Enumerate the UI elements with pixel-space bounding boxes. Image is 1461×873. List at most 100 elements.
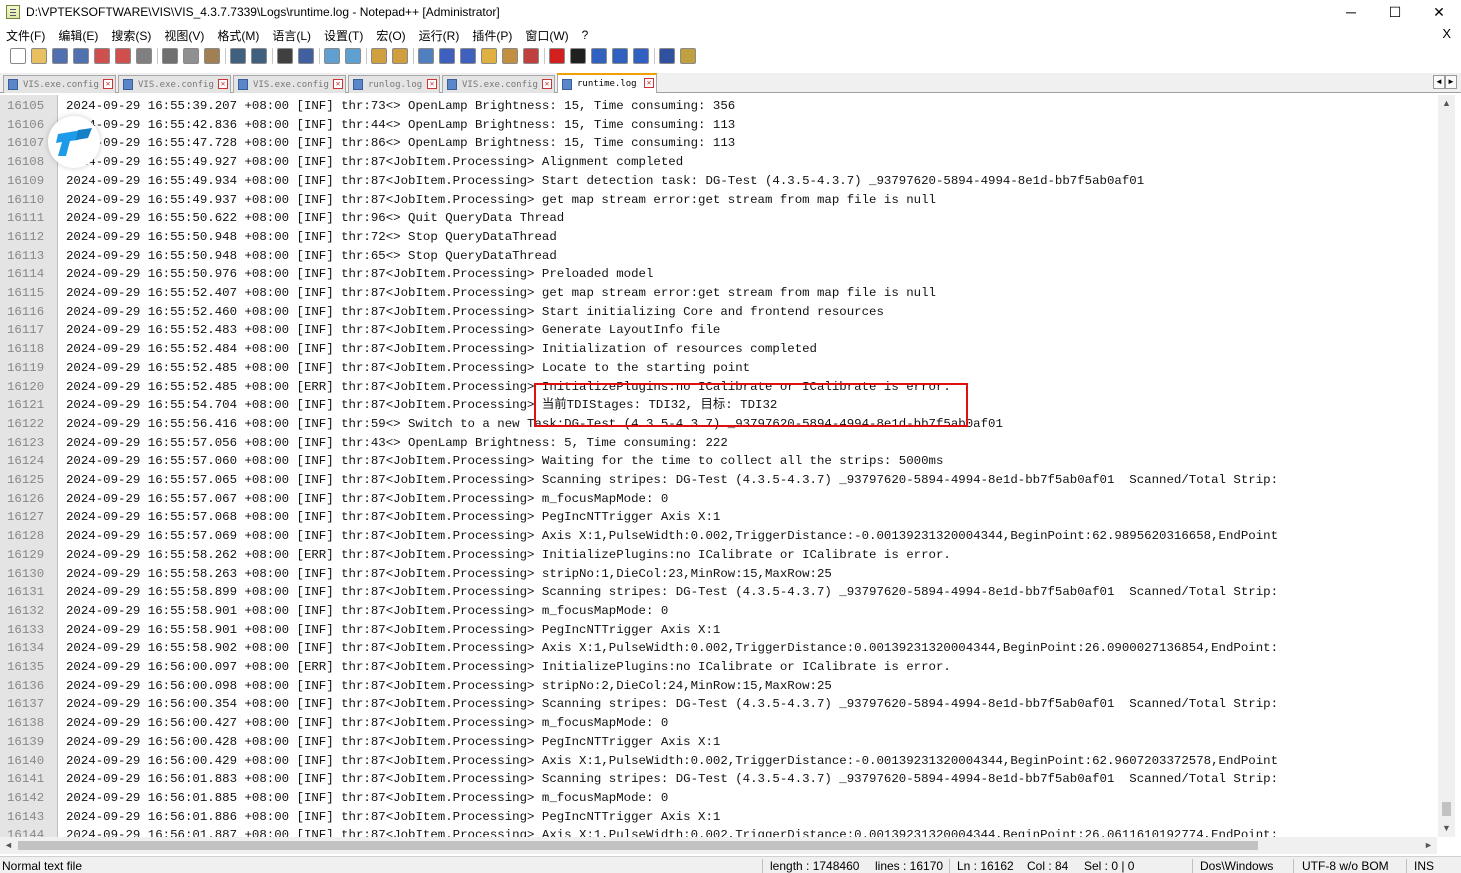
tab-vis-exe-config-3[interactable]: VIS.exe.config ✕ <box>233 75 346 93</box>
menu-search[interactable]: 搜索(S) <box>105 27 158 44</box>
tab-close-icon[interactable]: ✕ <box>218 79 228 89</box>
close-window-button[interactable]: ✕ <box>1417 0 1461 24</box>
redo-icon[interactable] <box>251 48 267 64</box>
user-lang-icon[interactable] <box>481 48 497 64</box>
horizontal-scrollbar[interactable]: ◄ ► <box>0 837 1437 854</box>
menu-settings[interactable]: 设置(T) <box>318 27 370 44</box>
close-all-icon[interactable] <box>115 48 131 64</box>
play-macro-icon[interactable] <box>591 48 607 64</box>
print-icon[interactable] <box>136 48 152 64</box>
undo-icon[interactable] <box>230 48 246 64</box>
editor-line[interactable]: 16141 2024-09-29 16:56:01.883 +08:00 [INF… <box>0 770 1437 789</box>
menu-help[interactable]: ? <box>576 28 596 42</box>
scroll-right-icon[interactable]: ► <box>1420 837 1437 854</box>
editor-line[interactable]: 16133 2024-09-29 16:55:58.901 +08:00 [INF… <box>0 621 1437 640</box>
zoom-out-icon[interactable] <box>345 48 361 64</box>
menu-language[interactable]: 语言(L) <box>266 27 318 44</box>
editor-line[interactable]: 16128 2024-09-29 16:55:57.069 +08:00 [INF… <box>0 527 1437 546</box>
scroll-left-icon[interactable]: ◄ <box>0 837 17 854</box>
editor-line[interactable]: 16138 2024-09-29 16:56:00.427 +08:00 [INF… <box>0 714 1437 733</box>
editor-line[interactable]: 16114 2024-09-29 16:55:50.976 +08:00 [INF… <box>0 265 1437 284</box>
save-macro-icon[interactable] <box>633 48 649 64</box>
vertical-scrollbar[interactable]: ▲ ▼ <box>1438 95 1455 837</box>
editor-line[interactable]: 16116 2024-09-29 16:55:52.460 +08:00 [INF… <box>0 303 1437 322</box>
close-icon[interactable] <box>94 48 110 64</box>
editor-line[interactable]: 16108 2024-09-29 16:55:49.927 +08:00 [INF… <box>0 153 1437 172</box>
show-all-chars-icon[interactable] <box>439 48 455 64</box>
vertical-scroll-thumb[interactable] <box>1442 802 1451 816</box>
editor-line[interactable]: 16131 2024-09-29 16:55:58.899 +08:00 [INF… <box>0 583 1437 602</box>
minimize-button[interactable]: ─ <box>1329 0 1373 24</box>
editor-line[interactable]: 16105 2024-09-29 16:55:39.207 +08:00 [INF… <box>0 97 1437 116</box>
editor-line[interactable]: 16130 2024-09-29 16:55:58.263 +08:00 [INF… <box>0 565 1437 584</box>
menu-view[interactable]: 视图(V) <box>158 27 211 44</box>
editor-line[interactable]: 16115 2024-09-29 16:55:52.407 +08:00 [INF… <box>0 284 1437 303</box>
editor-line[interactable]: 16137 2024-09-29 16:56:00.354 +08:00 [INF… <box>0 695 1437 714</box>
editor-line[interactable]: 16143 2024-09-29 16:56:01.886 +08:00 [INF… <box>0 808 1437 827</box>
editor-line[interactable]: 16126 2024-09-29 16:55:57.067 +08:00 [INF… <box>0 490 1437 509</box>
editor-line[interactable]: 16107 2024-09-29 16:55:47.728 +08:00 [INF… <box>0 134 1437 153</box>
editor-line[interactable]: 16112 2024-09-29 16:55:50.948 +08:00 [INF… <box>0 228 1437 247</box>
tab-vis-exe-config-2[interactable]: VIS.exe.config ✕ <box>118 75 231 93</box>
find-icon[interactable] <box>277 48 293 64</box>
tab-vis-exe-config-4[interactable]: VIS.exe.config ✕ <box>442 75 555 93</box>
scroll-down-icon[interactable]: ▼ <box>1438 820 1455 837</box>
editor-line[interactable]: 16110 2024-09-29 16:55:49.937 +08:00 [INF… <box>0 191 1437 210</box>
editor-line[interactable]: 16111 2024-09-29 16:55:50.622 +08:00 [INF… <box>0 209 1437 228</box>
editor-line[interactable]: 16127 2024-09-29 16:55:57.068 +08:00 [INF… <box>0 508 1437 527</box>
copy-icon[interactable] <box>183 48 199 64</box>
word-wrap-icon[interactable] <box>418 48 434 64</box>
function-list-icon[interactable] <box>523 48 539 64</box>
replace-icon[interactable] <box>298 48 314 64</box>
horizontal-scroll-thumb[interactable] <box>18 841 1258 850</box>
editor-line[interactable]: 16106 2024-09-29 16:55:42.836 +08:00 [INF… <box>0 116 1437 135</box>
tab-scroll-left-icon[interactable]: ◄ <box>1433 75 1445 89</box>
editor-line[interactable]: 16109 2024-09-29 16:55:49.934 +08:00 [INF… <box>0 172 1437 191</box>
tab-scroll-right-icon[interactable]: ► <box>1445 75 1457 89</box>
new-file-icon[interactable] <box>10 48 26 64</box>
menu-format[interactable]: 格式(M) <box>211 27 266 44</box>
scroll-up-icon[interactable]: ▲ <box>1438 95 1455 112</box>
close-document-button[interactable]: X <box>1442 26 1451 41</box>
editor-line[interactable]: 16119 2024-09-29 16:55:52.485 +08:00 [INF… <box>0 359 1437 378</box>
editor-line[interactable]: 16144 2024-09-29 16:56:01.887 +08:00 [INF… <box>0 826 1437 837</box>
menu-run[interactable]: 运行(R) <box>413 27 467 44</box>
editor-line[interactable]: 16117 2024-09-29 16:55:52.483 +08:00 [INF… <box>0 321 1437 340</box>
editor-line[interactable]: 16134 2024-09-29 16:55:58.902 +08:00 [INF… <box>0 639 1437 658</box>
tab-close-icon[interactable]: ✕ <box>427 79 437 89</box>
tab-close-icon[interactable]: ✕ <box>103 79 113 89</box>
tab-vis-exe-config-1[interactable]: VIS.exe.config ✕ <box>3 75 116 93</box>
tab-close-icon[interactable]: ✕ <box>333 79 343 89</box>
save-icon[interactable] <box>52 48 68 64</box>
stop-record-icon[interactable] <box>570 48 586 64</box>
editor-line[interactable]: 16113 2024-09-29 16:55:50.948 +08:00 [INF… <box>0 247 1437 266</box>
menu-file[interactable]: 文件(F) <box>0 27 52 44</box>
menu-window[interactable]: 窗口(W) <box>519 27 575 44</box>
indent-guide-icon[interactable] <box>460 48 476 64</box>
maximize-button[interactable]: ☐ <box>1373 0 1417 24</box>
zoom-in-icon[interactable] <box>324 48 340 64</box>
editor-line[interactable]: 16136 2024-09-29 16:56:00.098 +08:00 [INF… <box>0 677 1437 696</box>
text-editor[interactable]: 16105 2024-09-29 16:55:39.207 +08:00 [INF… <box>0 95 1437 837</box>
tab-runtime-log[interactable]: runtime.log ✕ <box>557 73 657 93</box>
paste-icon[interactable] <box>204 48 220 64</box>
editor-line[interactable]: 16140 2024-09-29 16:56:00.429 +08:00 [INF… <box>0 752 1437 771</box>
menu-edit[interactable]: 编辑(E) <box>52 27 105 44</box>
clipboard-history-icon[interactable] <box>680 48 696 64</box>
sync-vertical-icon[interactable] <box>371 48 387 64</box>
save-all-icon[interactable] <box>73 48 89 64</box>
record-macro-icon[interactable] <box>549 48 565 64</box>
cut-icon[interactable] <box>162 48 178 64</box>
editor-line[interactable]: 16142 2024-09-29 16:56:01.885 +08:00 [INF… <box>0 789 1437 808</box>
editor-line[interactable]: 16132 2024-09-29 16:55:58.901 +08:00 [INF… <box>0 602 1437 621</box>
editor-line[interactable]: 16129 2024-09-29 16:55:58.262 +08:00 [ERR… <box>0 546 1437 565</box>
editor-line[interactable]: 16118 2024-09-29 16:55:52.484 +08:00 [INF… <box>0 340 1437 359</box>
editor-line[interactable]: 16124 2024-09-29 16:55:57.060 +08:00 [INF… <box>0 452 1437 471</box>
menu-macro[interactable]: 宏(O) <box>370 27 412 44</box>
menu-plugins[interactable]: 插件(P) <box>466 27 519 44</box>
editor-line[interactable]: 16123 2024-09-29 16:55:57.056 +08:00 [INF… <box>0 434 1437 453</box>
tab-close-icon[interactable]: ✕ <box>644 78 654 88</box>
tab-runlog-log[interactable]: runlog.log ✕ <box>348 75 440 93</box>
spell-check-icon[interactable] <box>659 48 675 64</box>
doc-map-icon[interactable] <box>502 48 518 64</box>
